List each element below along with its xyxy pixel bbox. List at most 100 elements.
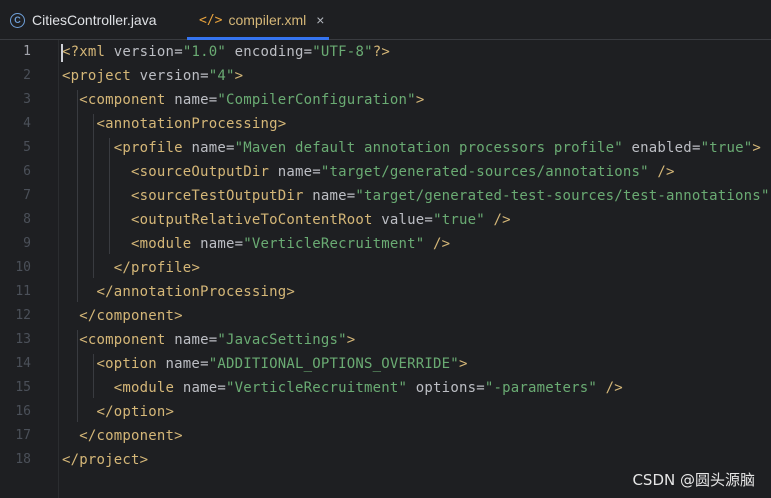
code-token: "Maven default annotation processors pro… [234,140,623,156]
code-line[interactable]: </component> [62,424,183,448]
code-token: <annotationProcessing> [96,116,287,132]
code-token: /> [648,164,675,180]
code-line[interactable]: <module name="VerticleRecruitment" optio… [62,376,623,400]
tab-cities-controller[interactable]: C CitiesController.java [10,0,190,40]
code-token: = [200,356,209,372]
tab-label: compiler.xml [228,12,307,28]
code-token: </option> [96,404,175,420]
code-token: </component> [79,428,183,444]
code-token: <sourceOutputDir [131,164,278,180]
gutter-separator [58,40,59,498]
tab-label: CitiesController.java [32,12,157,28]
line-number: 18 [15,452,31,467]
line-number: 16 [15,404,31,419]
code-line[interactable]: <module name="VerticleRecruitment" /> [62,232,450,256]
class-icon: C [10,12,25,28]
code-token: > [752,140,761,156]
code-token: version [113,44,175,60]
code-token: "true" [433,212,485,228]
code-token: = [174,44,183,60]
code-line[interactable]: <annotationProcessing> [62,112,287,136]
code-token: <module [131,236,201,252]
tab-compiler-xml[interactable]: </> compiler.xml × [187,0,329,40]
code-line[interactable]: <component name="CompilerConfiguration"> [62,88,424,112]
line-number: 1 [23,44,31,59]
code-token: </annotationProcessing> [96,284,295,300]
code-line[interactable]: <project version="4"> [62,64,243,88]
code-token: enabled [622,140,692,156]
code-token: = [234,236,244,252]
code-token: <option [96,356,166,372]
code-line[interactable]: <component name="JavacSettings"> [62,328,355,352]
line-number: 3 [23,92,31,107]
code-token: <component [79,332,175,348]
code-line[interactable]: </option> [62,400,174,424]
code-line[interactable]: <?xml version="1.0" encoding="UTF-8"?> [62,40,390,64]
code-line[interactable]: <sourceTestOutputDir name="target/genera… [62,184,771,208]
code-token: "true" [700,140,753,156]
code-token: > [415,92,425,108]
code-token: "JavacSettings" [217,332,347,348]
code-line[interactable]: <profile name="Maven default annotation … [62,136,761,160]
line-number: 2 [23,68,31,83]
line-number: 7 [23,188,31,203]
code-token: <profile [113,140,192,156]
code-token: > [346,332,356,348]
code-token: "VerticleRecruitment" [243,236,425,252]
code-token: = [312,164,321,180]
line-number: 10 [15,260,31,275]
code-token: name [174,92,209,108]
code-token: name [277,164,313,180]
code-token: = [217,380,226,396]
code-line[interactable]: </profile> [62,256,200,280]
line-number: 4 [23,116,31,131]
code-line[interactable]: <sourceOutputDir name="target/generated-… [62,160,675,184]
code-token: <module [113,380,183,396]
code-token: /> [597,380,623,396]
code-token: "-parameters" [484,380,598,396]
code-token: </profile> [113,260,201,276]
code-editor[interactable]: 1 2 3 4 5 6 7 8 9 10 11 12 13 14 15 16 17 18 <?xml versio… [0,40,771,498]
watermark: CSDN @圆头源脑 [632,471,755,489]
line-number: 17 [15,428,31,443]
close-icon[interactable]: × [316,12,324,28]
code-token: <component [79,92,175,108]
code-token: = [225,140,235,156]
line-number: 8 [23,212,31,227]
xml-icon: </> [199,12,223,28]
code-token: <?xml [62,44,114,60]
code-token: version [139,68,201,84]
code-line[interactable]: </component> [62,304,183,328]
code-token: </project> [62,452,149,468]
code-token: "CompilerConfiguration" [217,92,416,108]
code-line[interactable]: </annotationProcessing> [62,280,295,304]
line-number: 13 [15,332,31,347]
code-token: <sourceTestOutputDir [131,188,313,204]
code-token: /> [424,236,451,252]
code-token: "UTF-8" [312,44,373,60]
line-number: 15 [15,380,31,395]
code-token: "4" [208,68,235,84]
editor-tab-bar: C CitiesController.java </> compiler.xml… [0,0,771,40]
code-token: name [174,332,209,348]
line-number: 14 [15,356,31,371]
code-token: = [200,68,209,84]
code-token: > [234,68,244,84]
code-line[interactable]: <option name="ADDITIONAL_OPTIONS_OVERRID… [62,352,468,376]
code-line[interactable]: </project> [62,448,148,472]
code-line[interactable]: <outputRelativeToContentRoot value="true… [62,208,511,232]
code-token: name [182,380,218,396]
code-token: "VerticleRecruitment" [225,380,408,396]
